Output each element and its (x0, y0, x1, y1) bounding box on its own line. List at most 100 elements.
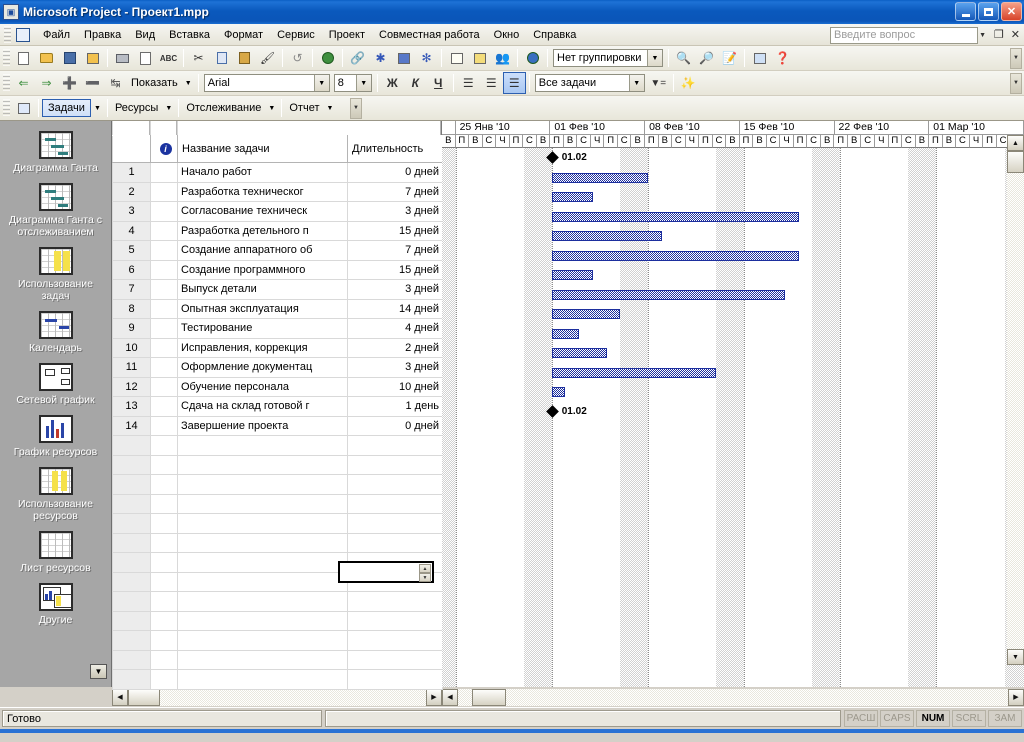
table-row[interactable]: 7 Выпуск детали 3 дней (112, 279, 443, 300)
unlink-tasks-icon[interactable]: ✱ (369, 47, 392, 69)
row-number[interactable]: 4 (112, 220, 151, 241)
spinner-down-icon[interactable]: ▼ (419, 573, 431, 582)
scroll-thumb-vertical[interactable] (1007, 151, 1024, 173)
task-duration-cell[interactable] (347, 669, 443, 690)
task-name-cell[interactable]: Тестирование (177, 318, 348, 339)
task-duration-cell[interactable] (347, 493, 443, 514)
table-scroll-thumb[interactable] (128, 688, 160, 706)
row-info-cell[interactable] (150, 220, 178, 241)
task-duration-cell[interactable] (347, 591, 443, 612)
menu-item-format[interactable]: Формат (217, 26, 270, 44)
gantt-bar[interactable] (551, 348, 607, 359)
table-row-empty[interactable] (112, 591, 443, 612)
task-name-cell[interactable]: Согласование техническ (177, 201, 348, 222)
task-duration-cell[interactable]: 3 дней (347, 357, 443, 378)
task-name-cell[interactable]: Оформление документац (177, 357, 348, 378)
row-info-cell[interactable] (150, 181, 178, 202)
table-row-empty[interactable] (112, 454, 443, 475)
task-duration-cell[interactable] (347, 630, 443, 651)
gantt-scroll-left-button[interactable]: ◀ (442, 688, 458, 706)
document-close-button[interactable]: ✕ (1011, 28, 1020, 41)
row-number[interactable] (112, 532, 151, 553)
font-name-combo[interactable]: Arial ▼ (203, 74, 330, 92)
row-info-cell[interactable] (150, 474, 178, 495)
gantt-bar[interactable] (551, 387, 566, 398)
row-number[interactable]: 10 (112, 337, 151, 358)
timescale-weeks[interactable]: 25 Янв '10 01 Фев '10 08 Фев '10 15 Фев '10… (442, 121, 1024, 135)
row-number[interactable]: 11 (112, 357, 151, 378)
task-duration-cell[interactable] (347, 474, 443, 495)
row-info-cell[interactable] (150, 337, 178, 358)
task-duration-cell[interactable]: 0 дней (347, 415, 443, 436)
task-name-cell[interactable]: Начало работ (177, 162, 348, 183)
chevron-down-icon[interactable]: ▼ (647, 50, 662, 66)
align-center-icon[interactable]: ☰ (480, 72, 503, 94)
show-subtasks-icon[interactable]: ➕ (58, 72, 81, 94)
print-preview-icon[interactable] (134, 47, 157, 69)
underline-button[interactable]: Ч (427, 72, 450, 94)
menu-item-tools[interactable]: Сервис (270, 26, 322, 44)
task-name-cell[interactable] (177, 532, 348, 553)
italic-button[interactable]: К (404, 72, 427, 94)
row-number[interactable] (112, 513, 151, 534)
filter-combo[interactable]: Все задачи ▼ (534, 74, 645, 92)
task-name-cell[interactable]: Сдача на склад готовой г (177, 396, 348, 417)
zoom-out-icon[interactable]: 🔎 (695, 47, 718, 69)
chevron-down-icon[interactable]: ▼ (162, 97, 175, 119)
selected-cell[interactable]: ▲ ▼ (338, 561, 434, 583)
chevron-down-icon[interactable]: ▼ (979, 32, 986, 39)
task-duration-cell[interactable]: 4 дней (347, 318, 443, 339)
row-number[interactable] (112, 591, 151, 612)
task-duration-cell[interactable]: 7 дней (347, 240, 443, 261)
save-icon[interactable] (58, 47, 81, 69)
row-info-cell[interactable] (150, 513, 178, 534)
column-header-rownum[interactable] (112, 135, 151, 163)
task-duration-cell[interactable] (347, 532, 443, 553)
task-name-cell[interactable]: Создание программного (177, 259, 348, 280)
gantt-horizontal-scrollbar[interactable]: ◀ ▶ (442, 688, 1024, 706)
bold-button[interactable]: Ж (381, 72, 404, 94)
spinner-up-icon[interactable]: ▲ (419, 564, 431, 573)
task-name-cell[interactable] (177, 513, 348, 534)
gantt-bar[interactable] (551, 250, 799, 261)
gantt-bar[interactable] (551, 367, 717, 378)
gantt-bar[interactable] (551, 309, 621, 320)
row-number[interactable]: 1 (112, 162, 151, 183)
gantt-vertical-scrollbar[interactable]: ▲ ▼ (1007, 135, 1024, 687)
table-row[interactable]: 10 Исправления, коррекция 2 дней (112, 337, 443, 358)
row-number[interactable]: 2 (112, 181, 151, 202)
toolbar-overflow-button[interactable]: ▼ (350, 98, 362, 119)
row-info-cell[interactable] (150, 415, 178, 436)
task-name-cell[interactable]: Создание аппаратного об (177, 240, 348, 261)
menu-item-insert[interactable]: Вставка (162, 26, 217, 44)
task-duration-cell[interactable] (347, 649, 443, 670)
row-info-cell[interactable] (150, 240, 178, 261)
scroll-down-button[interactable]: ▼ (1007, 649, 1024, 665)
row-info-cell[interactable] (150, 591, 178, 612)
zoom-in-icon[interactable]: 🔍 (672, 47, 695, 69)
gantt-scroll-track-left[interactable] (458, 688, 472, 706)
split-task-icon[interactable] (392, 47, 415, 69)
row-info-cell[interactable] (150, 298, 178, 319)
toolbar-grip-standard[interactable] (3, 49, 10, 67)
open-folder-icon[interactable] (35, 47, 58, 69)
menu-item-help[interactable]: Справка (526, 26, 583, 44)
gantt-bar[interactable] (551, 172, 648, 183)
resource-group-icon[interactable]: 👥 (491, 47, 514, 69)
gantt-bar[interactable] (551, 211, 799, 222)
menu-item-project[interactable]: Проект (322, 26, 372, 44)
table-row-empty[interactable] (112, 610, 443, 631)
group-by-combo[interactable]: Нет группировки ▼ (553, 49, 663, 67)
toolbar-grip-guide[interactable] (3, 99, 10, 117)
table-row[interactable]: 5 Создание аппаратного об 7 дней (112, 240, 443, 261)
task-duration-cell[interactable]: 14 дней (347, 298, 443, 319)
table-row-empty[interactable] (112, 493, 443, 514)
menu-item-collaborate[interactable]: Совместная работа (372, 26, 487, 44)
search-file-icon[interactable] (81, 47, 104, 69)
table-row[interactable]: 1 Начало работ 0 дней (112, 162, 443, 183)
task-name-cell[interactable]: Опытная эксплуатация (177, 298, 348, 319)
menu-item-file[interactable]: Файл (36, 26, 77, 44)
new-document-icon[interactable] (12, 47, 35, 69)
table-row-empty[interactable] (112, 474, 443, 495)
view-bar-item-7[interactable]: Лист ресурсов (0, 531, 111, 574)
